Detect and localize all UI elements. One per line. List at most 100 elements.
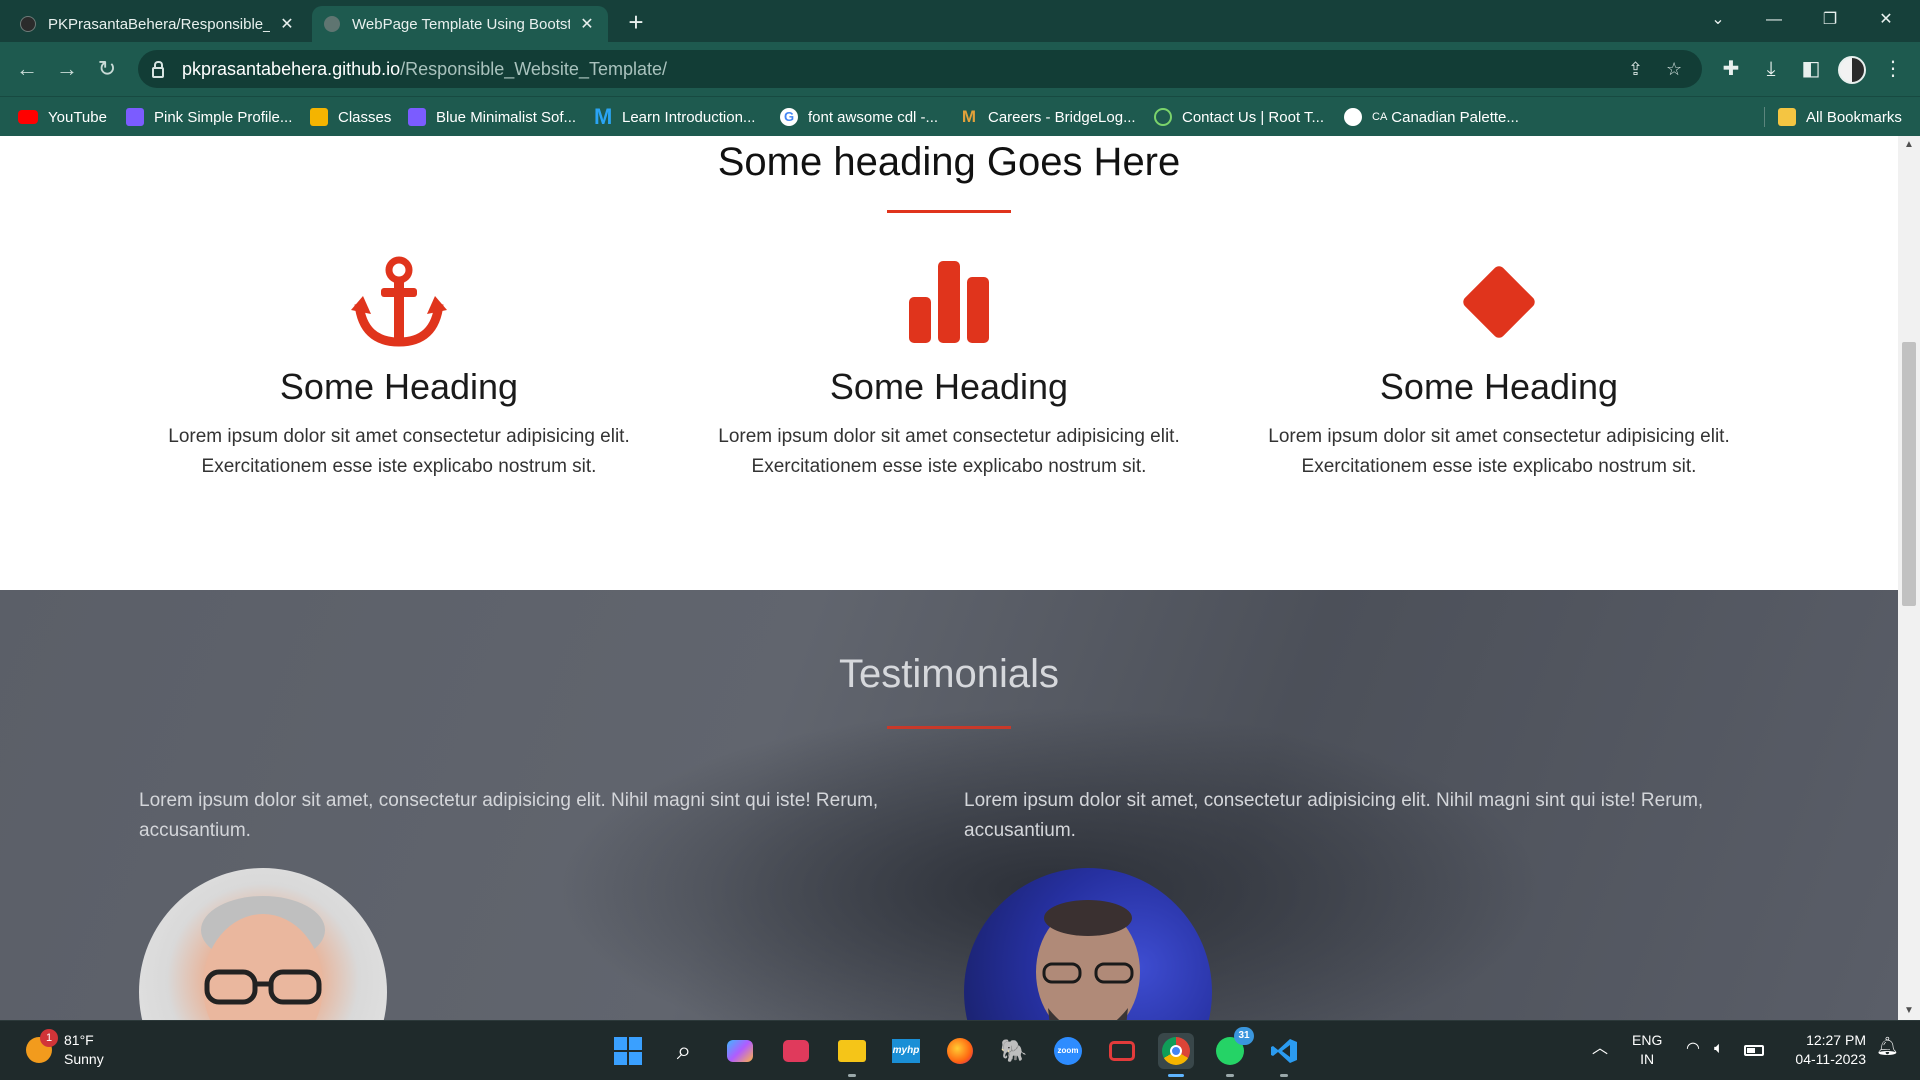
bridgelabz-icon: M xyxy=(961,107,977,126)
language-indicator[interactable]: ENG IN xyxy=(1632,1031,1662,1069)
download-icon[interactable]: ⤓ xyxy=(1756,54,1786,84)
battery-icon[interactable] xyxy=(1744,1042,1764,1061)
folder-icon xyxy=(1778,108,1796,126)
firefox-icon[interactable] xyxy=(942,1033,978,1069)
github-icon xyxy=(20,16,36,32)
person-photo-icon xyxy=(1036,900,1140,1020)
bookmark-label: Careers - BridgeLog... xyxy=(988,108,1136,126)
scroll-up-arrow-icon[interactable]: ▲ xyxy=(1898,136,1920,154)
anchor-icon xyxy=(124,256,674,348)
feature-text: Lorem ipsum dolor sit amet consectetur a… xyxy=(168,426,630,477)
page-scrollbar[interactable]: ▲ ▼ xyxy=(1898,136,1920,1020)
zoom-icon[interactable]: zoom xyxy=(1050,1033,1086,1069)
section-heading: Some heading Goes Here xyxy=(717,140,1181,184)
bookmark-contact-us[interactable]: Contact Us | Root T... xyxy=(1154,105,1324,129)
show-hidden-icons-chevron-icon[interactable]: ︿ xyxy=(1592,1039,1608,1058)
postgresql-icon[interactable]: 🐘 xyxy=(996,1033,1032,1069)
testimonial-quote: Lorem ipsum dolor sit amet, consectetur … xyxy=(139,790,879,841)
sun-icon: 1 xyxy=(26,1029,58,1063)
new-tab-button[interactable]: + xyxy=(620,6,652,38)
bookmark-label: font awsome cdl -... xyxy=(808,108,939,126)
lock-icon[interactable] xyxy=(152,60,164,78)
bookmark-label: All Bookmarks xyxy=(1806,108,1902,126)
menu-kebab-icon[interactable]: ⋮ xyxy=(1878,54,1908,84)
feature-text: Lorem ipsum dolor sit amet consectetur a… xyxy=(718,426,1180,477)
extensions-icon[interactable]: ✚ xyxy=(1716,54,1746,84)
chrome-icon[interactable] xyxy=(1158,1033,1194,1077)
bookmark-label: Learn Introduction... xyxy=(622,108,756,126)
tab-webpage-template[interactable]: WebPage Template Using Bootst ✕ xyxy=(312,6,608,42)
feature-card: Some Heading Lorem ipsum dolor sit amet … xyxy=(124,256,674,482)
vscode-icon[interactable] xyxy=(1266,1033,1302,1077)
snipping-tool-icon[interactable] xyxy=(778,1033,814,1069)
scroll-down-arrow-icon[interactable]: ▼ xyxy=(1898,1002,1920,1020)
tab-github[interactable]: PKPrasantaBehera/Responsible_ ✕ xyxy=(8,6,308,42)
weather-widget[interactable]: 1 81°F Sunny xyxy=(26,1029,104,1069)
bookmark-label: YouTube xyxy=(48,108,107,126)
share-icon[interactable]: ⇪ xyxy=(1628,50,1643,88)
language-code: ENG xyxy=(1632,1032,1663,1048)
tab-search-icon[interactable]: ⌄ xyxy=(1690,0,1746,40)
page-viewport: Some heading Goes Here Some Heading Lore… xyxy=(0,136,1898,1020)
forward-arrow-icon[interactable]: → xyxy=(50,52,84,86)
bookmark-youtube[interactable]: YouTube xyxy=(18,105,107,129)
myhp-icon[interactable]: myhp xyxy=(888,1033,924,1069)
notifications-bell-icon[interactable]: 🔔︎ xyxy=(1876,1037,1899,1056)
url-text[interactable]: pkprasantabehera.github.io/Responsible_W… xyxy=(182,59,667,80)
scrollbar-thumb[interactable] xyxy=(1902,342,1916,606)
feature-heading: Some Heading xyxy=(829,366,1069,407)
youtube-icon xyxy=(18,110,38,124)
bookmark-label: Pink Simple Profile... xyxy=(154,108,293,126)
restore-button[interactable]: ❐ xyxy=(1802,0,1858,40)
screen-recorder-icon[interactable] xyxy=(1104,1033,1140,1069)
testimonials-section: Testimonials Lorem ipsum dolor sit amet,… xyxy=(0,590,1898,1020)
weather-description: Sunny xyxy=(64,1051,104,1067)
wifi-icon[interactable]: ◠ xyxy=(1686,1039,1700,1058)
bookmarks-divider xyxy=(1764,107,1765,127)
address-bar[interactable]: pkprasantabehera.github.io/Responsible_W… xyxy=(138,50,1702,88)
bookmark-careers[interactable]: M Careers - BridgeLog... xyxy=(960,105,1136,129)
tab-bar: PKPrasantaBehera/Responsible_ ✕ WebPage … xyxy=(0,0,1920,42)
bookmark-blue-minimalist[interactable]: Blue Minimalist Sof... xyxy=(408,105,576,129)
bookmark-pink-profile[interactable]: Pink Simple Profile... xyxy=(126,105,292,129)
windows-logo-icon xyxy=(614,1037,642,1065)
canva-icon xyxy=(408,108,426,126)
search-icon[interactable]: ⌕ xyxy=(666,1033,702,1069)
clock-time: 12:27 PM xyxy=(1806,1032,1866,1048)
heading-underline xyxy=(887,726,1011,729)
bookmark-canadian-palette[interactable]: CA Canadian Palette... xyxy=(1344,105,1519,129)
start-button[interactable] xyxy=(610,1033,646,1069)
all-bookmarks-button[interactable]: All Bookmarks xyxy=(1778,105,1902,129)
close-tab-icon[interactable]: ✕ xyxy=(278,14,296,34)
file-explorer-icon[interactable] xyxy=(834,1033,870,1077)
bookmark-classes[interactable]: Classes xyxy=(310,105,391,129)
notification-badge: 31 xyxy=(1234,1027,1254,1045)
bookmark-label: Contact Us | Root T... xyxy=(1182,108,1325,126)
reload-icon[interactable]: ↻ xyxy=(90,52,124,86)
bookmark-font-awesome[interactable]: G font awsome cdl -... xyxy=(780,105,938,129)
diamond-icon xyxy=(1224,256,1774,348)
close-tab-icon[interactable]: ✕ xyxy=(578,14,596,34)
back-arrow-icon[interactable]: ← xyxy=(10,52,44,86)
feature-card: Some Heading Lorem ipsum dolor sit amet … xyxy=(674,256,1224,482)
globe-icon xyxy=(324,16,340,32)
bookmark-learn-introduction[interactable]: M Learn Introduction... xyxy=(594,105,755,129)
feature-heading: Some Heading xyxy=(279,366,519,407)
clock[interactable]: 12:27 PM 04-11-2023 xyxy=(1782,1031,1866,1069)
roottech-icon xyxy=(1154,108,1172,126)
profile-avatar[interactable] xyxy=(1838,56,1866,84)
copilot-icon[interactable] xyxy=(722,1033,758,1069)
side-panel-icon[interactable]: ◧ xyxy=(1796,54,1826,84)
bookmark-star-icon[interactable]: ☆ xyxy=(1666,50,1682,88)
minimize-button[interactable]: — xyxy=(1746,0,1802,40)
section-heading: Testimonials xyxy=(838,652,1060,696)
bookmark-prefix: CA xyxy=(1372,111,1388,123)
clock-date: 04-11-2023 xyxy=(1795,1051,1866,1067)
globe-icon xyxy=(1344,108,1362,126)
bookmark-label: Classes xyxy=(338,108,392,126)
volume-icon[interactable]: 🔈︎ xyxy=(1714,1039,1724,1058)
close-window-button[interactable]: ✕ xyxy=(1858,0,1914,40)
m-logo-icon: M xyxy=(594,104,613,129)
whatsapp-icon[interactable]: 31 xyxy=(1212,1027,1254,1077)
feature-heading: Some Heading xyxy=(1379,366,1619,407)
